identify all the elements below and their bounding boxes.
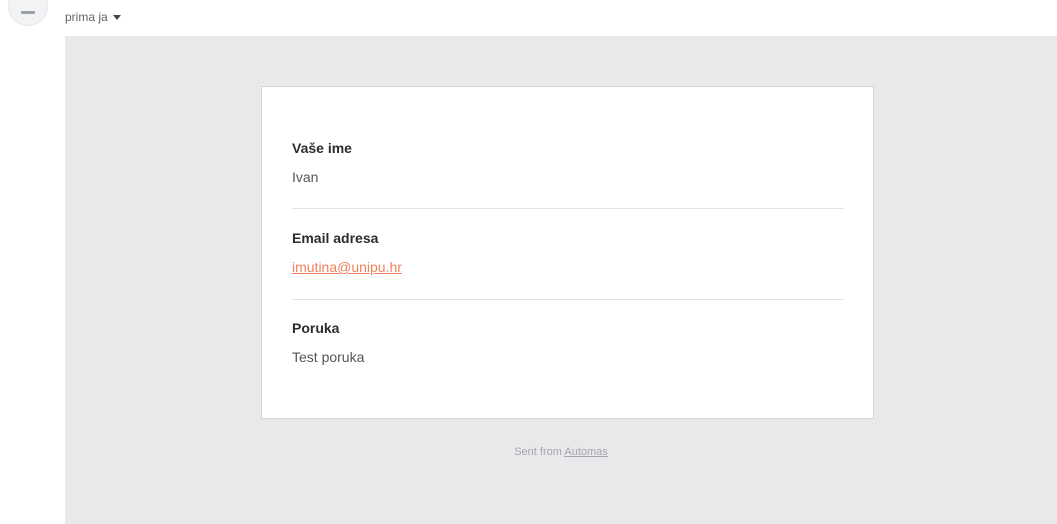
divider <box>292 299 844 300</box>
field-message-label: Poruka <box>292 320 340 336</box>
divider <box>292 208 844 209</box>
footer: Sent from Automas <box>65 446 1057 458</box>
sender-avatar[interactable] <box>8 0 48 26</box>
field-email-value: imutina@unipu.hr <box>292 259 844 276</box>
avatar-icon <box>21 11 35 14</box>
footer-automas-link[interactable]: Automas <box>564 446 607 458</box>
email-body: Vaše ime Ivan Email adresa imutina@unipu… <box>65 36 1057 524</box>
field-message: Poruka Test poruka <box>292 320 844 366</box>
email-link[interactable]: imutina@unipu.hr <box>292 259 402 275</box>
field-name-label: Vaše ime <box>292 140 352 156</box>
footer-prefix: Sent from <box>514 446 565 458</box>
field-name-value: Ivan <box>292 169 319 185</box>
chevron-down-icon[interactable] <box>112 15 121 20</box>
field-email: Email adresa imutina@unipu.hr <box>292 230 844 276</box>
field-email-label: Email adresa <box>292 230 379 246</box>
field-name: Vaše ime Ivan <box>292 140 844 186</box>
field-message-value: Test poruka <box>292 349 365 365</box>
recipient-details-toggle[interactable]: prima ja <box>65 10 121 24</box>
form-submission-card: Vaše ime Ivan Email adresa imutina@unipu… <box>261 86 874 419</box>
recipient-label: prima ja <box>65 10 108 24</box>
